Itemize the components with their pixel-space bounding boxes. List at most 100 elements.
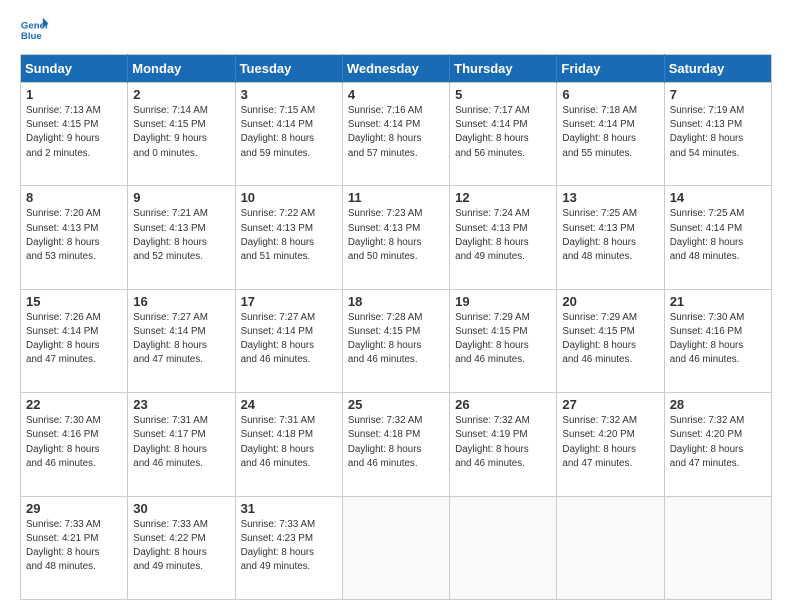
day-cell: 28 Sunrise: 7:32 AM Sunset: 4:20 PM Dayli… [664, 393, 771, 496]
day-info: Sunrise: 7:27 AM Sunset: 4:14 PM Dayligh… [241, 311, 337, 368]
day-info: Sunrise: 7:29 AM Sunset: 4:15 PM Dayligh… [562, 311, 658, 368]
day-info: Sunrise: 7:19 AM Sunset: 4:13 PM Dayligh… [670, 104, 766, 161]
day-number: 15 [26, 294, 122, 309]
day-number: 17 [241, 294, 337, 309]
day-info: Sunrise: 7:24 AM Sunset: 4:13 PM Dayligh… [455, 207, 551, 264]
day-info: Sunrise: 7:29 AM Sunset: 4:15 PM Dayligh… [455, 311, 551, 368]
day-cell: 4Sunrise: 7:16 AM Sunset: 4:14 PM Daylig… [342, 83, 449, 186]
week-row-4: 22 Sunrise: 7:30 AM Sunset: 4:16 PM Dayli… [21, 393, 772, 496]
day-info: Sunrise: 7:30 AM Sunset: 4:16 PM Dayligh… [26, 414, 122, 471]
day-cell [557, 496, 664, 599]
day-info: Sunrise: 7:13 AM Sunset: 4:15 PM Dayligh… [26, 104, 122, 161]
day-cell: 13Sunrise: 7:25 AM Sunset: 4:13 PM Dayli… [557, 186, 664, 289]
day-info: Sunrise: 7:28 AM Sunset: 4:15 PM Dayligh… [348, 311, 444, 368]
day-number: 21 [670, 294, 766, 309]
day-info: Sunrise: 7:27 AM Sunset: 4:14 PM Dayligh… [133, 311, 229, 368]
day-number: 11 [348, 190, 444, 205]
day-cell: 29 Sunrise: 7:33 AM Sunset: 4:21 PM Dayli… [21, 496, 128, 599]
day-cell: 9Sunrise: 7:21 AM Sunset: 4:13 PM Daylig… [128, 186, 235, 289]
day-number: 1 [26, 87, 122, 102]
day-cell [342, 496, 449, 599]
logo: General Blue [20, 16, 52, 44]
day-number: 26 [455, 397, 551, 412]
day-number: 29 [26, 501, 122, 516]
day-number: 24 [241, 397, 337, 412]
week-row-2: 8 Sunrise: 7:20 AM Sunset: 4:13 PM Daylig… [21, 186, 772, 289]
day-info: Sunrise: 7:18 AM Sunset: 4:14 PM Dayligh… [562, 104, 658, 161]
page: General Blue SundayMondayTuesdayWednesda… [0, 0, 792, 612]
day-number: 10 [241, 190, 337, 205]
day-number: 22 [26, 397, 122, 412]
day-info: Sunrise: 7:14 AM Sunset: 4:15 PM Dayligh… [133, 104, 229, 161]
day-cell: 19Sunrise: 7:29 AM Sunset: 4:15 PM Dayli… [450, 289, 557, 392]
header: General Blue [20, 16, 772, 44]
day-number: 14 [670, 190, 766, 205]
day-cell: 11 Sunrise: 7:23 AM Sunset: 4:13 PM Dayli… [342, 186, 449, 289]
day-cell: 25Sunrise: 7:32 AM Sunset: 4:18 PM Dayli… [342, 393, 449, 496]
day-info: Sunrise: 7:33 AM Sunset: 4:22 PM Dayligh… [133, 518, 229, 575]
day-info: Sunrise: 7:32 AM Sunset: 4:20 PM Dayligh… [562, 414, 658, 471]
day-info: Sunrise: 7:33 AM Sunset: 4:21 PM Dayligh… [26, 518, 122, 575]
svg-text:Blue: Blue [21, 31, 42, 42]
day-number: 23 [133, 397, 229, 412]
day-cell: 22 Sunrise: 7:30 AM Sunset: 4:16 PM Dayli… [21, 393, 128, 496]
day-cell: 16 Sunrise: 7:27 AM Sunset: 4:14 PM Dayli… [128, 289, 235, 392]
day-header-wednesday: Wednesday [342, 55, 449, 83]
day-number: 2 [133, 87, 229, 102]
calendar-body: 1 Sunrise: 7:13 AM Sunset: 4:15 PM Daylig… [21, 83, 772, 600]
day-number: 28 [670, 397, 766, 412]
day-cell: 27 Sunrise: 7:32 AM Sunset: 4:20 PM Dayli… [557, 393, 664, 496]
day-info: Sunrise: 7:31 AM Sunset: 4:17 PM Dayligh… [133, 414, 229, 471]
day-info: Sunrise: 7:30 AM Sunset: 4:16 PM Dayligh… [670, 311, 766, 368]
logo-icon: General Blue [20, 16, 48, 44]
day-info: Sunrise: 7:26 AM Sunset: 4:14 PM Dayligh… [26, 311, 122, 368]
day-info: Sunrise: 7:32 AM Sunset: 4:19 PM Dayligh… [455, 414, 551, 471]
calendar-table: SundayMondayTuesdayWednesdayThursdayFrid… [20, 54, 772, 600]
day-cell: 21 Sunrise: 7:30 AM Sunset: 4:16 PM Dayli… [664, 289, 771, 392]
day-cell: 14Sunrise: 7:25 AM Sunset: 4:14 PM Dayli… [664, 186, 771, 289]
day-number: 7 [670, 87, 766, 102]
day-number: 5 [455, 87, 551, 102]
day-cell [664, 496, 771, 599]
day-cell: 26 Sunrise: 7:32 AM Sunset: 4:19 PM Dayli… [450, 393, 557, 496]
day-number: 27 [562, 397, 658, 412]
day-info: Sunrise: 7:15 AM Sunset: 4:14 PM Dayligh… [241, 104, 337, 161]
day-cell: 5 Sunrise: 7:17 AM Sunset: 4:14 PM Daylig… [450, 83, 557, 186]
day-number: 6 [562, 87, 658, 102]
day-cell: 18Sunrise: 7:28 AM Sunset: 4:15 PM Dayli… [342, 289, 449, 392]
day-number: 3 [241, 87, 337, 102]
day-info: Sunrise: 7:25 AM Sunset: 4:13 PM Dayligh… [562, 207, 658, 264]
day-cell: 30 Sunrise: 7:33 AM Sunset: 4:22 PM Dayli… [128, 496, 235, 599]
day-info: Sunrise: 7:22 AM Sunset: 4:13 PM Dayligh… [241, 207, 337, 264]
day-cell: 12 Sunrise: 7:24 AM Sunset: 4:13 PM Dayli… [450, 186, 557, 289]
day-number: 30 [133, 501, 229, 516]
day-header-tuesday: Tuesday [235, 55, 342, 83]
day-number: 8 [26, 190, 122, 205]
day-number: 12 [455, 190, 551, 205]
day-info: Sunrise: 7:23 AM Sunset: 4:13 PM Dayligh… [348, 207, 444, 264]
day-header-saturday: Saturday [664, 55, 771, 83]
week-row-1: 1 Sunrise: 7:13 AM Sunset: 4:15 PM Daylig… [21, 83, 772, 186]
day-info: Sunrise: 7:20 AM Sunset: 4:13 PM Dayligh… [26, 207, 122, 264]
day-number: 31 [241, 501, 337, 516]
day-info: Sunrise: 7:17 AM Sunset: 4:14 PM Dayligh… [455, 104, 551, 161]
day-cell: 2 Sunrise: 7:14 AM Sunset: 4:15 PM Daylig… [128, 83, 235, 186]
day-cell: 3 Sunrise: 7:15 AM Sunset: 4:14 PM Daylig… [235, 83, 342, 186]
day-header-friday: Friday [557, 55, 664, 83]
days-header-row: SundayMondayTuesdayWednesdayThursdayFrid… [21, 55, 772, 83]
day-info: Sunrise: 7:32 AM Sunset: 4:20 PM Dayligh… [670, 414, 766, 471]
day-cell: 31 Sunrise: 7:33 AM Sunset: 4:23 PM Dayli… [235, 496, 342, 599]
day-number: 16 [133, 294, 229, 309]
day-cell: 7 Sunrise: 7:19 AM Sunset: 4:13 PM Daylig… [664, 83, 771, 186]
day-info: Sunrise: 7:32 AM Sunset: 4:18 PM Dayligh… [348, 414, 444, 471]
day-cell: 15 Sunrise: 7:26 AM Sunset: 4:14 PM Dayli… [21, 289, 128, 392]
day-number: 4 [348, 87, 444, 102]
day-cell: 17 Sunrise: 7:27 AM Sunset: 4:14 PM Dayli… [235, 289, 342, 392]
day-cell: 24 Sunrise: 7:31 AM Sunset: 4:18 PM Dayli… [235, 393, 342, 496]
day-cell: 23 Sunrise: 7:31 AM Sunset: 4:17 PM Dayli… [128, 393, 235, 496]
day-cell [450, 496, 557, 599]
day-info: Sunrise: 7:31 AM Sunset: 4:18 PM Dayligh… [241, 414, 337, 471]
day-number: 20 [562, 294, 658, 309]
day-cell: 8 Sunrise: 7:20 AM Sunset: 4:13 PM Daylig… [21, 186, 128, 289]
day-info: Sunrise: 7:33 AM Sunset: 4:23 PM Dayligh… [241, 518, 337, 575]
